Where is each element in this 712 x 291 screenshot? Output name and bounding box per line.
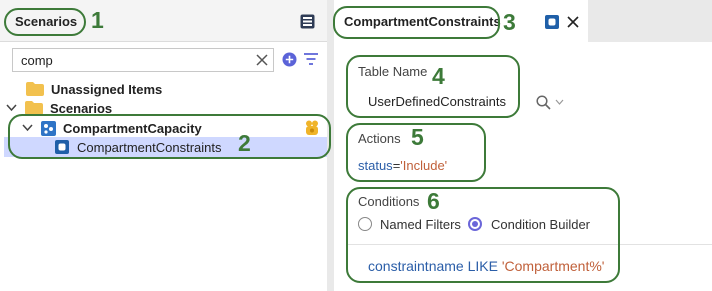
badge-icon [305,120,319,136]
radio-named-filters-label: Named Filters [380,217,461,232]
conditions-operator: LIKE [467,258,498,274]
tab-compartment-constraints[interactable]: CompartmentConstraints [334,0,588,42]
table-icon [545,15,559,29]
search-input[interactable] [19,51,239,69]
scenario-icon [41,120,56,136]
annotation-number-5: 5 [411,124,424,150]
tree-item-label: CompartmentCapacity [63,120,202,136]
radio-condition-builder-label: Condition Builder [491,217,591,232]
annotation-number-6: 6 [427,188,440,214]
clear-icon[interactable] [256,54,268,66]
conditions-field: constraintname [368,258,464,274]
panel-title: Scenarios [15,14,78,29]
tree-item-unassigned[interactable]: Unassigned Items [26,79,162,99]
annotation-number-1: 1 [91,7,104,33]
radio-named-filters[interactable] [358,217,372,231]
conditions-expression: constraintname LIKE 'Compartment%' [368,258,604,274]
tree-item-label: CompartmentConstraints [77,139,222,155]
chevron-down-icon[interactable] [555,99,564,105]
scenarios-panel: Scenarios Unassigned Items [0,0,327,291]
table-icon [55,140,69,154]
annotation-number-2: 2 [238,130,251,156]
tree-item-label: Scenarios [50,100,113,116]
close-icon[interactable] [567,16,579,28]
actions-input[interactable]: status='Include' [358,152,688,178]
conditions-value: 'Compartment%' [501,258,605,274]
actions-value: 'Include' [400,158,448,173]
add-circle-icon[interactable] [282,52,297,67]
splitter[interactable] [327,0,334,291]
database-icon[interactable] [300,14,315,29]
folder-icon [25,101,43,115]
chevron-down-icon[interactable] [22,124,33,132]
tab-label: CompartmentConstraints [344,14,501,29]
annotation-number-4: 4 [432,63,445,89]
folder-icon [26,82,44,96]
radio-condition-builder[interactable] [468,217,482,231]
annotation-number-3: 3 [503,9,516,35]
filter-icon[interactable] [304,53,318,65]
chevron-down-icon[interactable] [6,104,17,112]
actions-field: status [358,158,393,173]
table-name-field[interactable]: UserDefinedConstraints [358,87,508,115]
table-name-value: UserDefinedConstraints [368,94,507,109]
table-name-label: Table Name [358,64,428,79]
conditions-editor[interactable]: constraintname LIKE 'Compartment%' [346,244,712,291]
search-icon[interactable] [536,95,551,110]
search-box [12,48,274,72]
tree-item-label: Unassigned Items [51,81,163,97]
tree-item-scenarios[interactable]: Scenarios [6,98,112,118]
conditions-label: Conditions [358,194,420,209]
tree-item-compartment-constraints[interactable]: CompartmentConstraints [55,137,222,157]
actions-label: Actions [358,131,401,146]
editor-panel: Table Name UserDefinedConstraints Action… [334,42,712,291]
tree-item-compartment-capacity[interactable]: CompartmentCapacity [22,118,327,138]
actions-expression: status='Include' [358,158,447,173]
